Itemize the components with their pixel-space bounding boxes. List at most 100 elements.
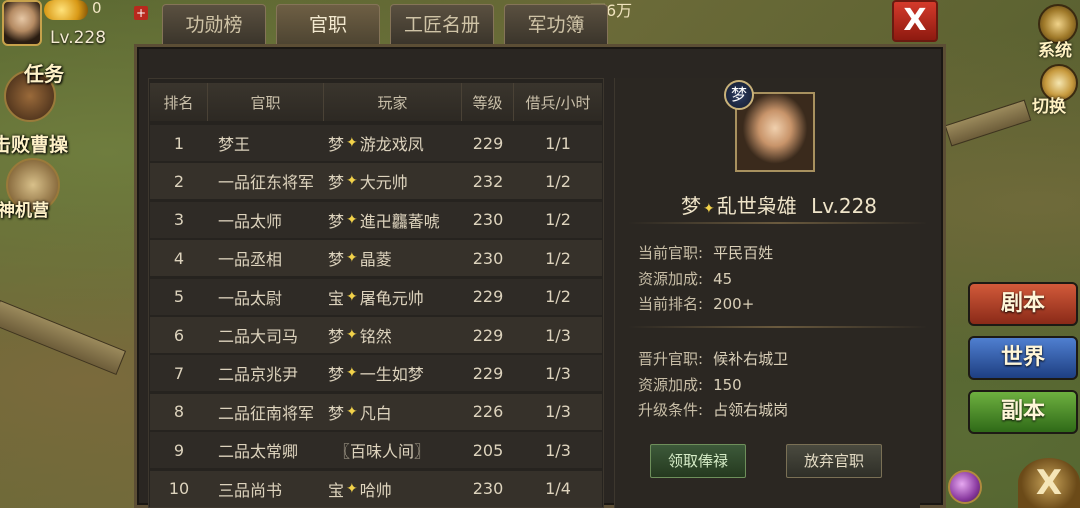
sparkle-icon: ✦ [346,211,358,228]
collect-salary-button[interactable]: 领取俸禄 [650,444,746,478]
player-name: 進卍龘萫唬 [359,211,440,231]
table-row[interactable]: 2 一品征东将军梦 ✦ 大元帅 232 1/2 [150,163,602,200]
player-level: Lv.228 [50,28,107,48]
resource-bonus-value: 45 [713,270,733,288]
table-row[interactable]: 6 二品大司马 梦 ✦ 铭然 229 1/3 [150,317,602,353]
system-label[interactable]: 系统 [1038,36,1072,61]
player-cell: 梦 ✦ 游龙戏凤 [324,125,462,161]
rank-cell: 3 [173,210,185,230]
borrow-cell: 1/2 [545,171,571,191]
table-row[interactable]: 9 二品太常卿 〖百味人间〗 205 1/3 [150,432,602,469]
level-cell: 230 [472,210,504,230]
player-prefix: 梦 [328,365,345,385]
borrow-cell: 1/3 [545,325,571,345]
dungeon-button[interactable]: 副本 [968,390,1078,434]
table-row[interactable]: 8 二品征南将军梦 ✦ 凡白 226 1/3 [150,393,602,430]
current-title-value: 平民百姓 [713,244,774,262]
player-prefix: 宝 [328,480,345,500]
tab-official-rank[interactable]: 官职 [276,4,380,44]
player-cell: 梦 ✦ 晶菱 [324,240,462,276]
sparkle-icon: ✦ [346,288,358,305]
player-prefix: 宝 [328,288,345,308]
sparkle-icon: ✦ [346,480,358,497]
title-cell: 二品大司马 [218,327,299,346]
borrow-cell: 1/4 [545,479,571,499]
upgrade-condition-line: 升级条件: 占领右城岗 [638,399,788,420]
shenji-camp-label[interactable]: 神机营 [0,196,49,221]
player-cell: 梦 ✦ 大元帅 [324,163,462,199]
profile-level: Lv.228 [811,194,878,218]
table-row[interactable]: 7 二品京兆尹 梦 ✦ 一生如梦 229 1/3 [150,355,602,392]
gold-ingot-icon [44,0,88,20]
current-title-line: 当前官职: 平民百姓 [638,242,773,263]
current-rank-label: 当前排名: [638,295,704,313]
player-name: 晶菱 [359,250,392,270]
player-prefix: 梦 [328,250,345,270]
title-cell: 三品尚书 [218,480,283,500]
current-rank-value: 200+ [713,295,755,313]
player-prefix: 梦 [328,327,345,346]
level-cell: 229 [472,133,504,153]
close-button[interactable]: X [892,0,938,42]
player-name: 铭然 [359,327,392,346]
player-name: 大元帅 [359,173,408,193]
rank-cell: 10 [168,479,190,499]
title-cell: 一品太尉 [218,288,283,308]
player-cell: 梦 ✦ 進卍龘萫唬 [324,202,462,238]
level-cell: 229 [472,363,504,383]
player-name: 屠龟元帅 [359,288,424,308]
promote-bonus-value: 150 [713,376,742,394]
bottom-close-icon[interactable]: X [1018,458,1080,508]
player-name: 哈帅 [359,480,392,500]
defeat-cao-cao-label[interactable]: 击败曹操 [0,130,68,157]
borrow-cell: 1/3 [545,440,571,460]
borrow-cell: 1/3 [545,402,571,422]
table-row[interactable]: 4 一品丞相 梦 ✦ 晶菱 230 1/2 [150,240,602,277]
table-row[interactable]: 10 三品尚书 宝 ✦ 哈帅 230 1/4 [150,470,602,507]
header-player: 玩家 [324,83,462,121]
sparkle-icon: ✦ [346,250,358,267]
borrow-cell: 1/2 [545,210,571,230]
title-cell: 二品太常卿 [218,442,299,462]
player-avatar[interactable] [2,0,42,46]
rank-cell: 5 [173,287,185,307]
world-button[interactable]: 世界 [968,336,1078,380]
resource-partial-2: 6万 [606,1,633,20]
tab-craftsman-roster[interactable]: 工匠名册 [390,4,494,44]
sparkle-icon: ✦ [346,173,358,190]
player-prefix: 梦 [328,135,345,154]
server-badge: 梦 [724,80,754,110]
promote-title-value: 候补右城卫 [713,350,789,368]
profile-name: 梦 ✦ 乱世枭雄 Lv.228 [614,190,944,219]
header-rank: 排名 [150,83,208,121]
title-cell: 一品丞相 [218,250,283,270]
player-name: 凡白 [359,403,392,423]
tab-merit-ranking[interactable]: 功勋榜 [162,4,266,44]
table-row[interactable]: 3 一品太师 梦 ✦ 進卍龘萫唬 230 1/2 [150,201,602,238]
level-cell: 230 [472,248,504,268]
level-cell: 229 [472,287,504,307]
rank-cell: 7 [173,363,185,383]
player-name: 游龙戏凤 [359,135,424,154]
add-gold-icon[interactable]: + [134,6,148,20]
borrow-cell: 1/1 [545,133,571,153]
title-cell: 一品征东将军 [218,173,315,193]
tab-military-merit[interactable]: 军功簿 [504,4,608,44]
title-cell: 二品征南将军 [218,403,315,423]
table-row[interactable]: 1 梦王 梦 ✦ 游龙戏凤 229 1/1 [150,125,602,161]
player-cell: 宝 ✦ 哈帅 [324,471,462,507]
level-cell: 230 [472,479,504,499]
rank-cell: 6 [173,325,185,345]
divider-mid [628,326,928,328]
gem-icon[interactable] [948,470,982,504]
table-row[interactable]: 5 一品太尉 宝 ✦ 屠龟元帅 229 1/2 [150,278,602,315]
task-label[interactable]: 任务 [24,58,64,87]
abandon-title-button[interactable]: 放弃官职 [786,444,882,478]
player-name: 一生如梦 [359,365,424,385]
borrow-cell: 1/3 [545,363,571,383]
player-prefix: 梦 [328,403,345,423]
title-cell: 梦王 [218,135,251,154]
profile-name-prefix: 梦 [680,194,701,218]
script-button[interactable]: 剧本 [968,282,1078,326]
switch-label[interactable]: 切换 [1032,92,1066,117]
